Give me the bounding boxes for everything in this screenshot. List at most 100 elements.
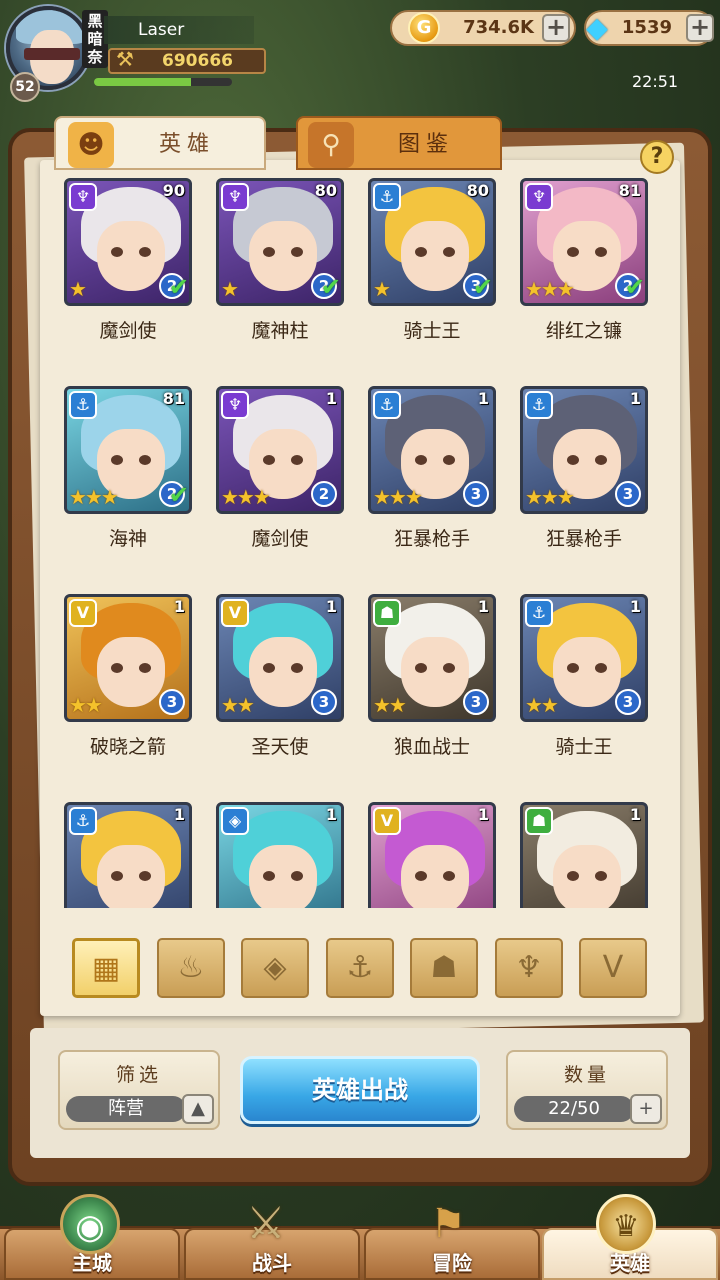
hero-eye bbox=[415, 247, 427, 257]
tab-codex[interactable]: ⚲ 图鉴 bbox=[296, 116, 502, 170]
hero-card[interactable]: ⚓ 1 ★★★ 3 bbox=[520, 386, 648, 514]
hero-stars: ★★ bbox=[373, 693, 407, 717]
filter-crystal-faction-icon[interactable]: ◈ bbox=[241, 938, 309, 998]
hero-eye bbox=[443, 455, 455, 465]
hero-eye bbox=[263, 663, 275, 673]
filter-grid-all-icon[interactable]: ▦ bbox=[72, 938, 140, 998]
hero-level: 1 bbox=[477, 597, 489, 616]
expand-capacity-button[interactable]: + bbox=[630, 1094, 662, 1124]
filter-title: 筛选 bbox=[115, 1064, 162, 1086]
hero-stars: ★ bbox=[69, 277, 87, 301]
beast-faction-icon: ☗ bbox=[373, 599, 401, 627]
hero-level: 81 bbox=[162, 389, 185, 408]
hero-portrait-face bbox=[97, 221, 165, 291]
avatar-blindfold bbox=[24, 48, 80, 60]
hero-eye bbox=[139, 871, 151, 881]
deploy-heroes-button[interactable]: 英雄出战 bbox=[240, 1056, 480, 1124]
hero-name: 海神 bbox=[108, 528, 147, 550]
hero-grade-badge: 2 bbox=[311, 481, 337, 507]
beast-faction-icon: ☗ bbox=[525, 807, 553, 835]
hero-eye bbox=[443, 663, 455, 673]
hero-name: 破晓之箭 bbox=[89, 736, 166, 758]
hero-card[interactable]: ⚓ 1 bbox=[64, 802, 192, 908]
hero-name: 骑士王 bbox=[555, 736, 613, 758]
filter-toggle-button[interactable]: ▲ bbox=[182, 1094, 214, 1124]
hero-level: 81 bbox=[618, 181, 641, 200]
filter-anchor-faction-icon[interactable]: ⚓ bbox=[326, 938, 394, 998]
filter-demon-faction-icon[interactable]: ♆ bbox=[495, 938, 563, 998]
hero-card[interactable]: ♆ 1 ★★★ 2 bbox=[216, 386, 344, 514]
hero-card[interactable]: V1 bbox=[368, 802, 496, 908]
wing-faction-icon: V bbox=[221, 599, 249, 627]
tab-heroes[interactable]: ☻ 英雄 bbox=[54, 116, 266, 170]
hero-stars: ★★ bbox=[525, 693, 559, 717]
hero-eye bbox=[567, 247, 579, 257]
hero-level: 1 bbox=[629, 389, 641, 408]
add-gold-button[interactable]: + bbox=[542, 14, 570, 42]
hero-eye bbox=[443, 247, 455, 257]
hero-card[interactable]: ☗ 1 bbox=[520, 802, 648, 908]
hero-level: 1 bbox=[325, 805, 337, 824]
filter-wing-faction-icon[interactable]: V bbox=[579, 938, 647, 998]
demon-faction-icon: ♆ bbox=[69, 183, 97, 211]
anchor-faction-icon: ⚓ bbox=[525, 599, 553, 627]
hero-card[interactable]: V 1 ★★ 3 bbox=[64, 594, 192, 722]
helmet-icon: ☻ bbox=[68, 122, 114, 168]
hero-card[interactable]: ⚓ 1 ★★★ 3 bbox=[368, 386, 496, 514]
power-icon: ⚒ bbox=[116, 47, 134, 71]
hero-level: 1 bbox=[325, 597, 337, 616]
demon-faction-icon: ♆ bbox=[221, 183, 249, 211]
hero-card[interactable]: ⚓ 81 ★★★ 2 ✔ bbox=[64, 386, 192, 514]
hero-eye bbox=[139, 247, 151, 257]
help-button[interactable]: ? bbox=[640, 140, 674, 174]
wing-faction-icon: V bbox=[69, 599, 97, 627]
hero-eye bbox=[263, 871, 275, 881]
hero-portrait-face bbox=[249, 845, 317, 908]
anchor-faction-icon: ⚓ bbox=[525, 391, 553, 419]
hero-stars: ★★★ bbox=[221, 485, 271, 509]
add-gems-button[interactable]: + bbox=[686, 14, 714, 42]
hero-eye bbox=[595, 247, 607, 257]
hero-level: 80 bbox=[314, 181, 337, 200]
deployed-check-icon: ✔ bbox=[472, 273, 493, 301]
hero-eye bbox=[567, 871, 579, 881]
hero-level: 90 bbox=[162, 181, 185, 200]
hero-grade-badge: 3 bbox=[159, 689, 185, 715]
hero-portrait-face bbox=[249, 637, 317, 707]
hero-card[interactable]: ⚓ 80 ★ 3 ✔ bbox=[368, 178, 496, 306]
hero-card[interactable]: ♆ 81 ★★★ 2 ✔ bbox=[520, 178, 648, 306]
hero-portrait-face bbox=[401, 845, 469, 908]
hero-portrait-face bbox=[97, 845, 165, 908]
filter-flame-faction-icon[interactable]: ♨ bbox=[157, 938, 225, 998]
hero-eye bbox=[595, 455, 607, 465]
hero-eye bbox=[443, 871, 455, 881]
player-level-badge: 52 bbox=[10, 72, 40, 102]
hero-card[interactable]: V 1 ★★ 3 bbox=[216, 594, 344, 722]
hero-stars: ★★★ bbox=[69, 485, 119, 509]
deployed-check-icon: ✔ bbox=[168, 273, 189, 301]
hero-name: 狼血战士 bbox=[393, 736, 470, 758]
hero-eye bbox=[415, 871, 427, 881]
hero-card[interactable]: ♆ 90 ★ 2 ✔ bbox=[64, 178, 192, 306]
hero-card[interactable]: ◈ 1 bbox=[216, 802, 344, 908]
adventure-flag-icon: ⚑ bbox=[430, 1201, 466, 1247]
demon-faction-icon: ♆ bbox=[525, 183, 553, 211]
player-name: Laser bbox=[104, 16, 254, 44]
gold-coin-icon: G bbox=[408, 12, 440, 44]
hero-eye bbox=[111, 663, 123, 673]
hero-card[interactable]: ☗ 1 ★★ 3 bbox=[368, 594, 496, 722]
crystal-faction-icon: ◈ bbox=[221, 807, 249, 835]
hero-count: 22/50 bbox=[514, 1096, 634, 1122]
hero-eye bbox=[567, 455, 579, 465]
hero-card[interactable]: ⚓ 1 ★★ 3 bbox=[520, 594, 648, 722]
hero-portrait-face bbox=[249, 221, 317, 291]
hero-card[interactable]: ♆ 80 ★ 2 ✔ bbox=[216, 178, 344, 306]
hero-stars: ★ bbox=[373, 277, 391, 301]
hero-stars: ★★★ bbox=[373, 485, 423, 509]
hero-portrait-face bbox=[401, 221, 469, 291]
filter-beast-faction-icon[interactable]: ☗ bbox=[410, 938, 478, 998]
filter-value[interactable]: 阵营 bbox=[66, 1096, 186, 1122]
hero-eye bbox=[139, 663, 151, 673]
hero-grade-badge: 3 bbox=[463, 689, 489, 715]
anchor-faction-icon: ⚓ bbox=[69, 807, 97, 835]
